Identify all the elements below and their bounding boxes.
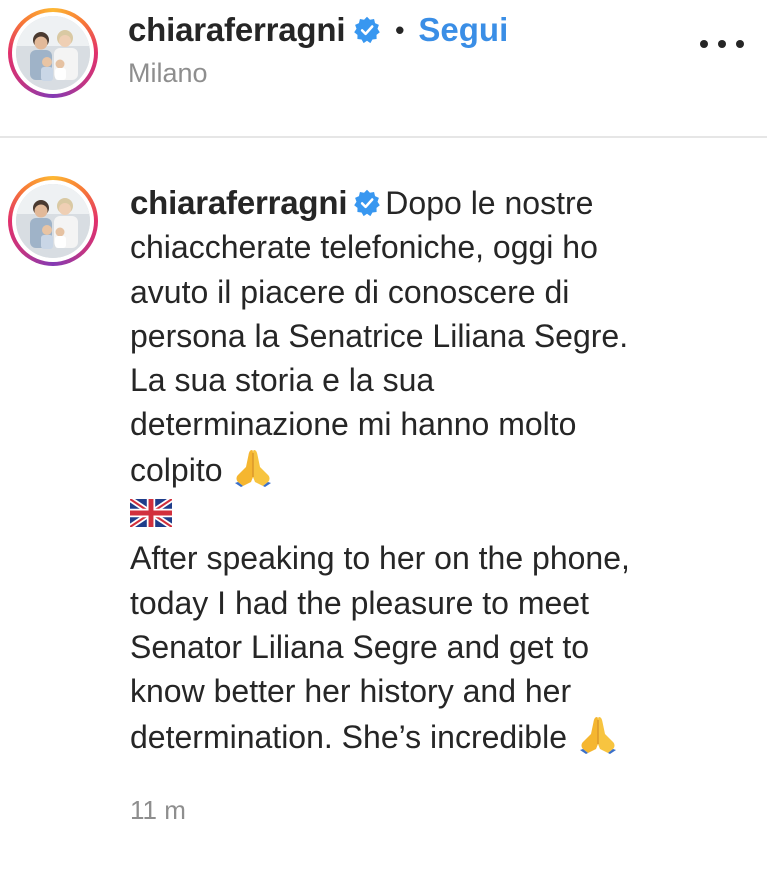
post-location[interactable]: Milano [128,58,208,89]
header-user-line: chiaraferragni • Segui [128,8,508,52]
post-username[interactable]: chiaraferragni [128,11,345,49]
folded-hands-icon [231,447,275,487]
caption-text: chiaraferragni Dopo le nostre chiaccherat… [128,181,750,759]
avatar-image [16,16,90,90]
caption-line: Senator Liliana Segre and get to [130,628,589,665]
caption-line: colpito [130,451,223,488]
caption-line: Dopo le nostre [385,185,594,221]
more-options-icon[interactable] [700,36,744,52]
caption-line: know better her history and her [130,673,572,710]
comment-timestamp[interactable]: 11 m [130,795,186,826]
follow-button[interactable]: Segui [418,11,508,49]
uk-flag-icon [128,494,174,530]
caption-line: chiaccherate telefoniche, oggi ho [130,229,598,266]
caption-line: today I had the pleasure to meet [130,584,589,621]
caption-line: La sua storia e la sua [130,362,435,399]
verified-badge-icon [353,16,381,44]
caption-username[interactable]: chiaraferragni [130,184,347,221]
caption-line: determination. She’s incredible [130,718,567,755]
caption-line: After speaking to her on the phone, [130,540,630,577]
post-header: chiaraferragni • Segui Milano [0,0,767,138]
caption-line: avuto il piacere di conoscere di [130,273,570,310]
separator-dot: • [395,14,405,45]
profile-avatar[interactable] [8,8,98,98]
folded-hands-icon [576,714,620,754]
caption-line: determinazione mi hanno molto [130,406,577,443]
caption-line: persona la Senatrice Liliana Segre. [130,317,629,354]
verified-badge-icon [353,184,381,217]
caption-avatar[interactable] [8,176,98,266]
avatar-image [16,184,90,258]
